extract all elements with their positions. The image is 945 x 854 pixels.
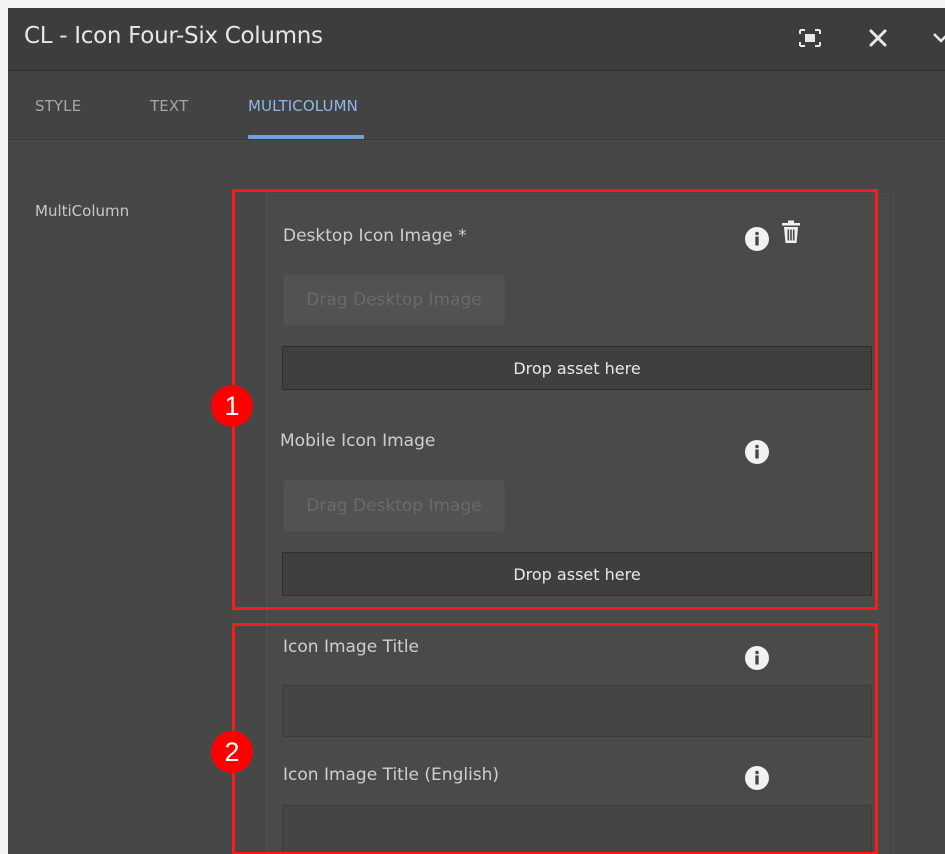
dialog-title: CL - Icon Four-Six Columns — [24, 23, 323, 49]
multicolumn-label: MultiColumn — [35, 202, 130, 220]
annotation-box-2 — [232, 623, 878, 854]
component-dialog: SAMSUNG CL - Icon Four-Six Columns STYLE… — [8, 8, 945, 854]
close-icon[interactable] — [863, 23, 893, 53]
chevron-down-icon[interactable] — [926, 23, 945, 53]
tab-style[interactable]: STYLE — [35, 97, 81, 115]
annotation-box-1 — [232, 189, 878, 610]
tab-bar: STYLE TEXT MULTICOLUMN — [8, 71, 945, 140]
dialog-titlebar: CL - Icon Four-Six Columns — [8, 8, 945, 71]
tab-text[interactable]: TEXT — [150, 97, 188, 115]
annotation-badge-1: 1 — [211, 385, 253, 427]
tab-multicolumn[interactable]: MULTICOLUMN — [248, 97, 358, 115]
fullscreen-icon[interactable] — [795, 23, 825, 53]
annotation-badge-2: 2 — [211, 731, 253, 773]
active-tab-indicator — [248, 135, 364, 139]
